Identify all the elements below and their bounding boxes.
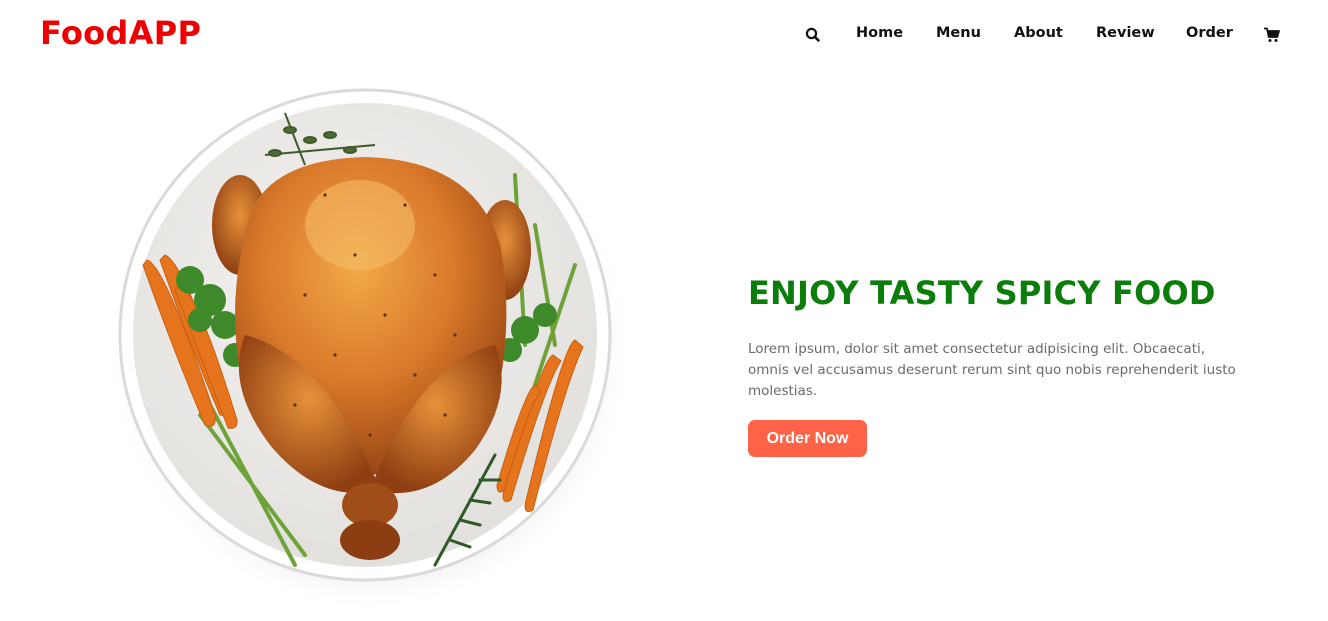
nav-menu[interactable]: Menu [936,25,981,41]
nav-home[interactable]: Home [856,25,903,41]
logo[interactable]: FoodAPP [40,14,201,52]
nav-order[interactable]: Order [1186,25,1233,41]
order-now-button[interactable]: Order Now [748,420,867,457]
cart-icon[interactable] [1262,25,1282,45]
roast-chicken-plate-image [105,85,645,615]
hero-description: Lorem ipsum, dolor sit amet consectetur … [748,341,1236,399]
nav-review[interactable]: Review [1096,25,1155,41]
nav-about[interactable]: About [1014,25,1063,41]
navbar: FoodAPP Home Menu About Review Order [0,0,1328,70]
search-icon[interactable] [803,25,823,45]
hero-title: ENJOY TASTY SPICY FOOD [748,274,1216,312]
